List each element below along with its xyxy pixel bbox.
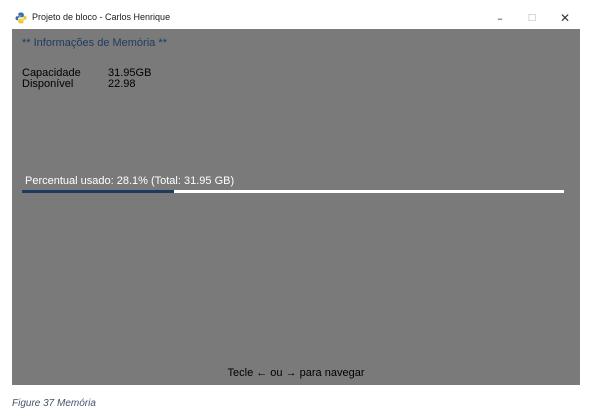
available-label: Disponível <box>22 78 74 90</box>
memory-usage-fill <box>22 190 175 193</box>
close-button[interactable]: ✕ <box>550 8 580 29</box>
figure-caption: Figure 37 Memória <box>12 398 96 409</box>
maximize-button[interactable]: □ <box>517 8 547 29</box>
navigation-hint: Tecle ← ou → para navegar <box>227 367 365 379</box>
usage-percentage-text: Percentual usado: 28.1% (Total: 31.95 GB… <box>25 175 235 187</box>
available-value: 22.98 <box>108 78 136 90</box>
memory-panel: ** Informações de Memória ** Capacidade 3… <box>12 29 580 385</box>
available-row: Disponível 22.98 <box>22 79 136 90</box>
python-icon <box>15 12 27 24</box>
title-bar[interactable]: Projeto de bloco - Carlos Henrique – □ ✕ <box>12 8 580 29</box>
window-title: Projeto de bloco - Carlos Henrique <box>32 12 171 22</box>
app-window: Projeto de bloco - Carlos Henrique – □ ✕… <box>12 8 580 385</box>
memory-usage-bar <box>22 190 564 193</box>
minimize-button[interactable]: – <box>485 8 515 29</box>
memory-heading: ** Informações de Memória ** <box>22 37 167 49</box>
